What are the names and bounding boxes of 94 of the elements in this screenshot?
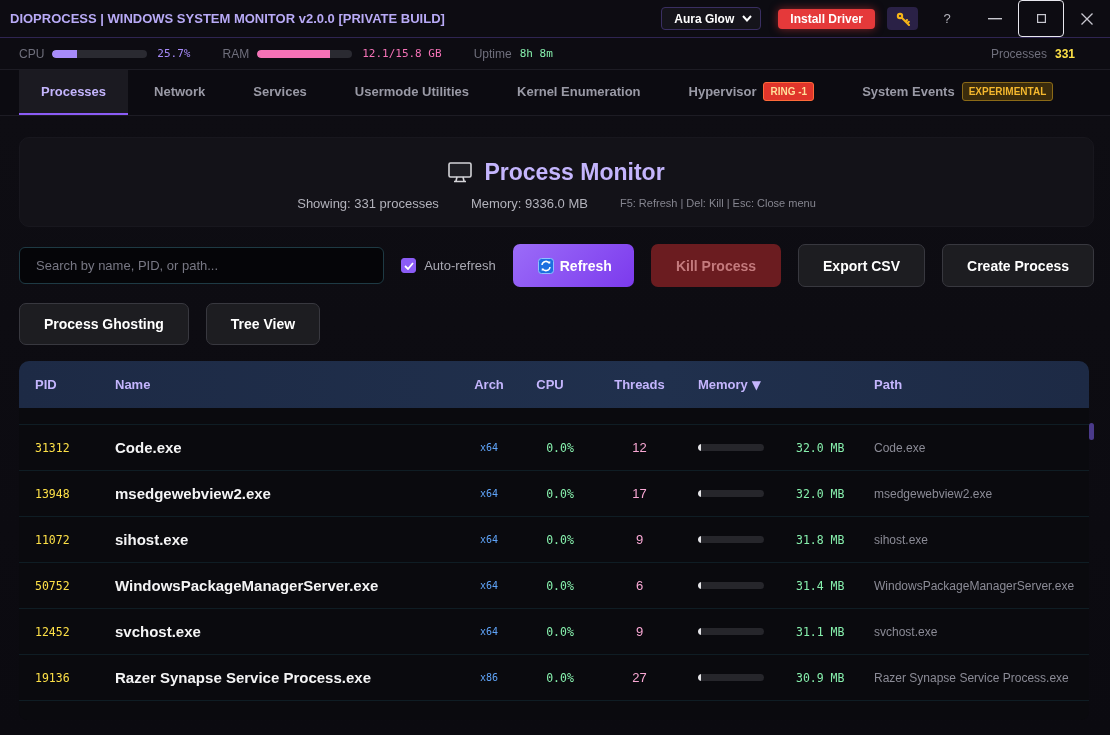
page-title: Process Monitor (484, 158, 665, 186)
column-header[interactable]: Arch (474, 377, 504, 392)
process-name-cell: Code.exe (115, 439, 182, 456)
scrollbar-thumb[interactable] (1089, 423, 1094, 440)
process-name-cell: msedgewebview2.exe (115, 485, 271, 502)
help-button[interactable]: ? (932, 3, 962, 34)
memory-cell: 30.9 MB (796, 670, 845, 685)
action-button[interactable]: Refresh (512, 244, 634, 287)
arch-cell: x64 (479, 580, 499, 591)
usage-reading: 25.7% (157, 47, 191, 60)
close-icon (1081, 12, 1093, 25)
arch-cell: x64 (479, 488, 499, 499)
column-header[interactable]: Memory (698, 377, 748, 392)
threads-cell: 6 (635, 578, 644, 593)
memory-cell: 32.0 MB (796, 440, 845, 455)
auto-refresh-checkbox[interactable] (401, 258, 417, 273)
memory-cell: 32.0 MB (796, 486, 845, 501)
stat-value: 331 (1054, 46, 1075, 61)
pid-cell: 50752 (35, 578, 70, 593)
action-button[interactable]: Process Ghosting (19, 303, 189, 345)
refresh-icon (537, 257, 554, 274)
pid-cell: 11072 (35, 532, 70, 547)
stat-value: 8h 8m (519, 47, 553, 60)
maximize-icon (1036, 14, 1046, 23)
threads-cell: 12 (632, 440, 647, 455)
path-cell: Code.exe (874, 440, 926, 455)
key-button[interactable] (887, 7, 918, 30)
checkmark-icon (403, 261, 414, 270)
threads-cell: 9 (635, 624, 644, 639)
minimize-icon (988, 17, 1002, 20)
threads-cell: 27 (632, 670, 647, 685)
column-header[interactable]: CPU (536, 377, 564, 392)
tab-badge: EXPERIMENTAL (961, 82, 1054, 101)
process-name-cell: Razer Synapse Service Process.exe (115, 669, 371, 686)
monitor-icon (448, 161, 473, 183)
path-cell: msedgewebview2.exe (874, 486, 993, 501)
threads-cell: 9 (635, 532, 644, 547)
key-icon (895, 11, 910, 26)
memory-cell: 31.1 MB (796, 624, 845, 639)
process-name-cell: WindowsPackageManagerServer.exe (115, 577, 379, 594)
tab[interactable]: Services (231, 70, 329, 115)
process-name-cell: svchost.exe (115, 623, 201, 640)
summary-text: Showing: 331 processes (297, 195, 439, 211)
stat-label: Processes (990, 46, 1047, 61)
usage-reading: 12.1/15.8 GB (362, 47, 442, 60)
cpu-cell: 0.0% (546, 624, 574, 639)
path-cell: svchost.exe (874, 624, 938, 639)
search-field[interactable]: Search by name, PID, or path... (19, 247, 385, 284)
column-header[interactable]: PID (35, 377, 57, 392)
pid-cell: 13948 (35, 486, 70, 501)
pid-cell: 19136 (35, 670, 70, 685)
stat-label: RAM (222, 46, 250, 61)
tab[interactable]: Network (132, 70, 228, 115)
install-driver-button[interactable]: Install Driver (778, 8, 875, 29)
cpu-cell: 0.0% (546, 486, 574, 501)
pid-cell: 12452 (35, 624, 70, 639)
window-title: DIOPROCESS | WINDOWS SYSTEM MONITOR v2.0.0 [PRIVATE BUILD] (9, 11, 445, 26)
maximize-button[interactable] (1018, 0, 1064, 37)
memory-cell: 31.8 MB (796, 532, 845, 547)
tab[interactable]: Usermode Utilities (332, 70, 491, 115)
pid-cell: 31312 (35, 440, 70, 455)
arch-cell: x64 (479, 534, 499, 545)
arch-cell: x86 (479, 672, 499, 683)
chevron-down-icon (742, 15, 753, 22)
cpu-cell: 0.0% (546, 670, 574, 685)
stat-label: Uptime (473, 46, 512, 61)
summary-text: Memory: 9336.0 MB (470, 195, 588, 211)
path-cell: Razer Synapse Service Process.exe (874, 670, 1069, 685)
action-button[interactable]: Tree View (205, 303, 321, 345)
process-name-cell: sihost.exe (115, 531, 189, 548)
stat-label: CPU (19, 46, 45, 61)
threads-cell: 17 (632, 486, 647, 501)
cpu-cell: 0.0% (546, 578, 574, 593)
cpu-cell: 0.0% (546, 440, 574, 455)
column-header[interactable]: Path (874, 377, 903, 392)
theme-select[interactable]: Aura Glow (661, 7, 762, 30)
tab[interactable]: Hypervisor RING -1 (666, 70, 837, 115)
tab[interactable]: System Events EXPERIMENTAL (840, 70, 1076, 115)
cpu-cell: 0.0% (546, 532, 574, 547)
arch-cell: x64 (479, 626, 499, 637)
memory-cell: 31.4 MB (796, 578, 845, 593)
checkbox-label: Auto-refresh (424, 258, 496, 273)
tab[interactable]: Kernel Enumeration (495, 70, 663, 115)
shortcut-hint: F5: Refresh | Del: Kill | Esc: Close menu (619, 197, 816, 209)
action-button[interactable]: Export CSV (798, 244, 926, 287)
path-cell: WindowsPackageManagerServer.exe (874, 578, 1075, 593)
tab[interactable]: Processes (19, 70, 129, 115)
tab-badge: RING -1 (763, 82, 815, 101)
arch-cell: x64 (479, 442, 499, 453)
action-button[interactable]: Create Process (942, 244, 1094, 287)
column-header[interactable]: Threads (614, 377, 665, 392)
sort-indicator-icon: ▼ (751, 377, 762, 392)
column-header[interactable]: Name (115, 377, 151, 392)
path-cell: sihost.exe (874, 532, 929, 547)
